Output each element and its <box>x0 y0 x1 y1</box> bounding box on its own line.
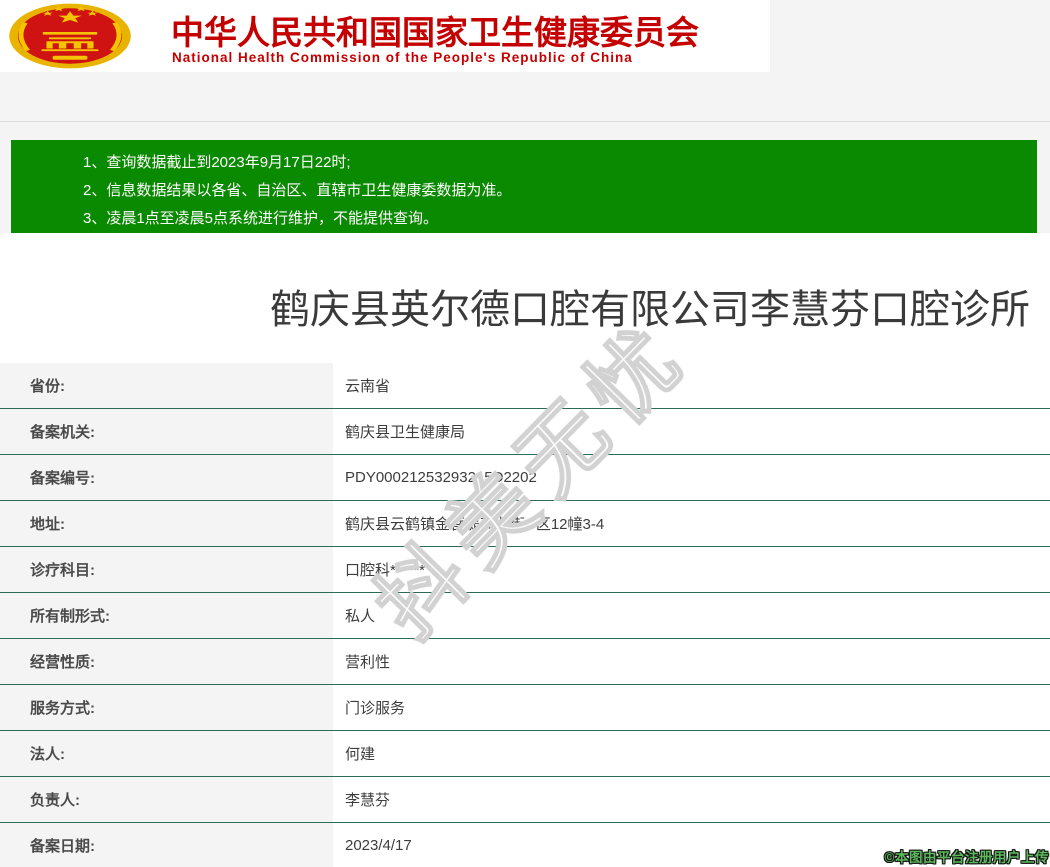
field-label: 备案机关: <box>0 409 333 454</box>
field-label: 负责人: <box>0 777 333 822</box>
field-row-service-mode: 服务方式: 门诊服务 <box>0 685 1050 731</box>
field-row-province: 省份: 云南省 <box>0 363 1050 409</box>
field-row-operating-nature: 经营性质: 营利性 <box>0 639 1050 685</box>
field-value: 鹤庆县云鹤镇金菩提商业街C区12幢3-4 <box>333 501 1050 546</box>
field-label: 诊疗科目: <box>0 547 333 592</box>
institution-name-title: 鹤庆县英尔德口腔有限公司李慧芬口腔诊所 <box>270 288 1030 332</box>
site-title-chinese: 中华人民共和国国家卫生健康委员会 <box>171 14 699 51</box>
site-title-english: National Health Commission of the People… <box>172 50 633 65</box>
field-row-person-in-charge: 负责人: 李慧芬 <box>0 777 1050 823</box>
field-value: 口腔科****** <box>333 547 1050 592</box>
field-label: 备案编号: <box>0 455 333 500</box>
china-national-emblem-icon <box>9 3 131 69</box>
nhc-query-result-page: 中华人民共和国国家卫生健康委员会 National Health Commiss… <box>0 0 1050 867</box>
notice-line-1: 1、查询数据截止到2023年9月17日22时; <box>83 154 351 171</box>
field-label: 经营性质: <box>0 639 333 684</box>
field-value: 何建 <box>333 731 1050 776</box>
uploader-watermark-badge: ©本图由平台注册用户上传 <box>884 850 1049 865</box>
field-value: 鹤庆县卫生健康局 <box>333 409 1050 454</box>
field-row-diagnosis-subjects: 诊疗科目: 口腔科****** <box>0 547 1050 593</box>
field-row-ownership: 所有制形式: 私人 <box>0 593 1050 639</box>
record-detail-table: 省份: 云南省 备案机关: 鹤庆县卫生健康局 备案编号: PDY00021253… <box>0 363 1050 867</box>
field-row-filing-authority: 备案机关: 鹤庆县卫生健康局 <box>0 409 1050 455</box>
field-label: 备案日期: <box>0 823 333 867</box>
header-divider <box>0 121 1050 122</box>
field-value: 营利性 <box>333 639 1050 684</box>
site-header: 中华人民共和国国家卫生健康委员会 National Health Commiss… <box>0 0 770 72</box>
field-label: 省份: <box>0 363 333 408</box>
field-value: 李慧芬 <box>333 777 1050 822</box>
field-value: 云南省 <box>333 363 1050 408</box>
field-value: PDY00021253293215D2202 <box>333 455 1050 500</box>
field-label: 法人: <box>0 731 333 776</box>
field-label: 所有制形式: <box>0 593 333 638</box>
field-value: 私人 <box>333 593 1050 638</box>
field-value: 门诊服务 <box>333 685 1050 730</box>
field-label: 地址: <box>0 501 333 546</box>
notice-banner: 1、查询数据截止到2023年9月17日22时; 2、信息数据结果以各省、自治区、… <box>11 140 1037 233</box>
field-row-legal-person: 法人: 何建 <box>0 731 1050 777</box>
field-label: 服务方式: <box>0 685 333 730</box>
field-row-address: 地址: 鹤庆县云鹤镇金菩提商业街C区12幢3-4 <box>0 501 1050 547</box>
field-row-filing-number: 备案编号: PDY00021253293215D2202 <box>0 455 1050 501</box>
notice-line-3: 3、凌晨1点至凌晨5点系统进行维护，不能提供查询。 <box>83 210 439 227</box>
notice-line-2: 2、信息数据结果以各省、自治区、直辖市卫生健康委数据为准。 <box>83 182 512 199</box>
